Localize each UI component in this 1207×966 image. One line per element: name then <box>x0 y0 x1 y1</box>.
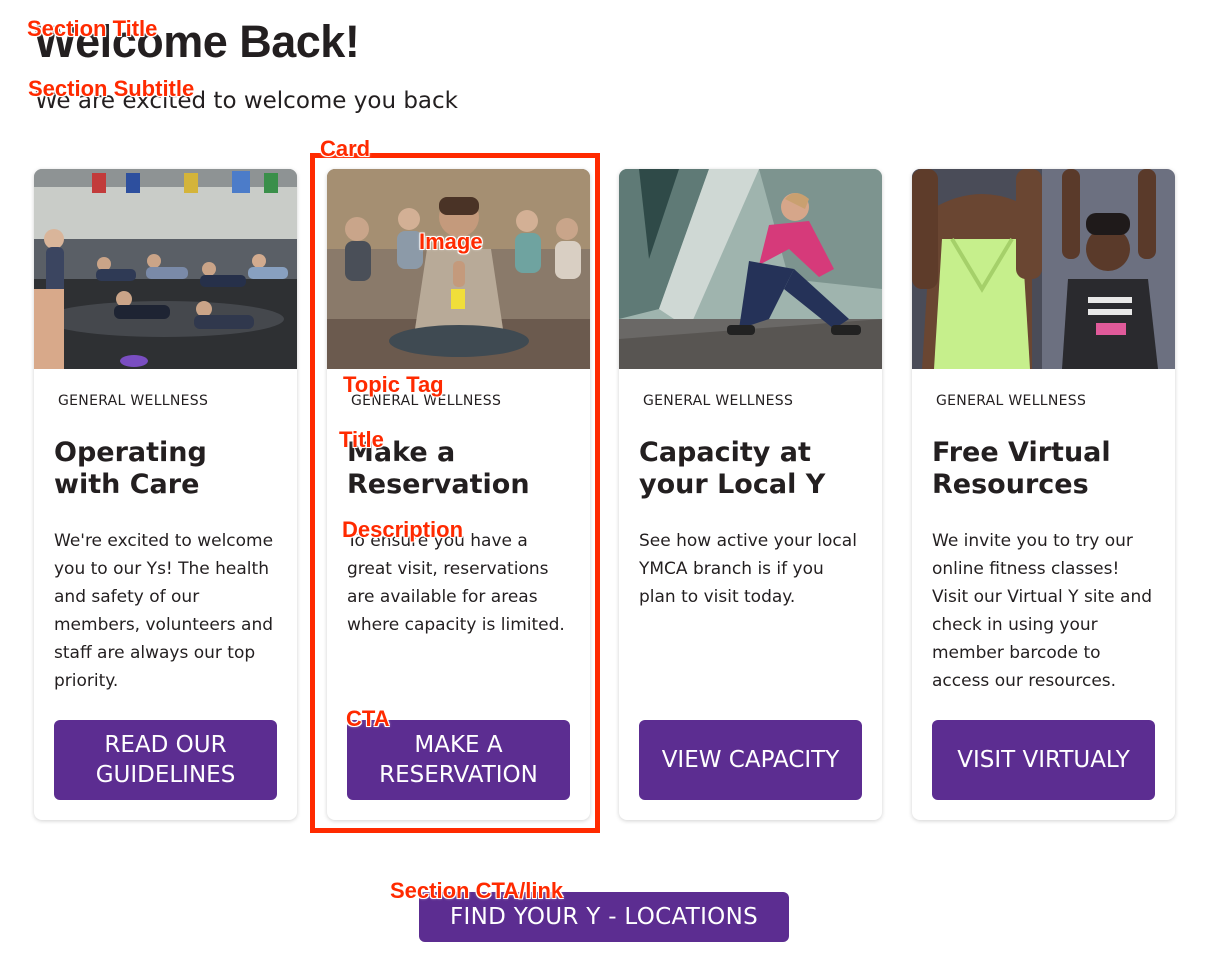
annotation-section-title: Section Title <box>27 16 158 41</box>
card-title: Capacity at your Local Y <box>639 437 826 500</box>
visit-virtualy-button[interactable]: VISIT VIRTUALY <box>932 720 1155 800</box>
card-image-workout-partners <box>912 169 1175 369</box>
annotation-description: Description <box>342 517 464 542</box>
annotation-card: Card <box>320 136 371 161</box>
annotation-cta: CTA <box>346 706 390 731</box>
card-description: We're excited to welcome you to our Ys! … <box>54 531 274 691</box>
annotation-topic-tag: Topic Tag <box>343 372 444 397</box>
annotation-image: Image <box>419 229 483 254</box>
card-free-virtual-resources: GENERAL WELLNESS Free Virtual Resources … <box>912 169 1175 820</box>
annotation-section-subtitle: Section Subtitle <box>28 76 195 101</box>
card-title: Free Virtual Resources <box>932 437 1111 500</box>
topic-tag[interactable]: GENERAL WELLNESS <box>936 393 1086 409</box>
annotation-title: Title <box>339 427 384 452</box>
card-image-runner-stretching <box>619 169 882 369</box>
card-title: Operating with Care <box>54 437 207 500</box>
card-operating-with-care: GENERAL WELLNESS Operating with Care We'… <box>34 169 297 820</box>
annotation-section-cta: Section CTA/link <box>390 878 564 903</box>
topic-tag[interactable]: GENERAL WELLNESS <box>58 393 208 409</box>
card-description: See how active your local YMCA branch is… <box>639 531 857 607</box>
card-description: We invite you to try our online fitness … <box>932 531 1153 691</box>
card-capacity-local-y: GENERAL WELLNESS Capacity at your Local … <box>619 169 882 820</box>
view-capacity-button[interactable]: VIEW CAPACITY <box>639 720 862 800</box>
card-annotation-box <box>310 153 600 833</box>
card-image-fitness-class <box>34 169 297 369</box>
read-guidelines-button[interactable]: READ OUR GUIDELINES <box>54 720 277 800</box>
topic-tag[interactable]: GENERAL WELLNESS <box>643 393 793 409</box>
